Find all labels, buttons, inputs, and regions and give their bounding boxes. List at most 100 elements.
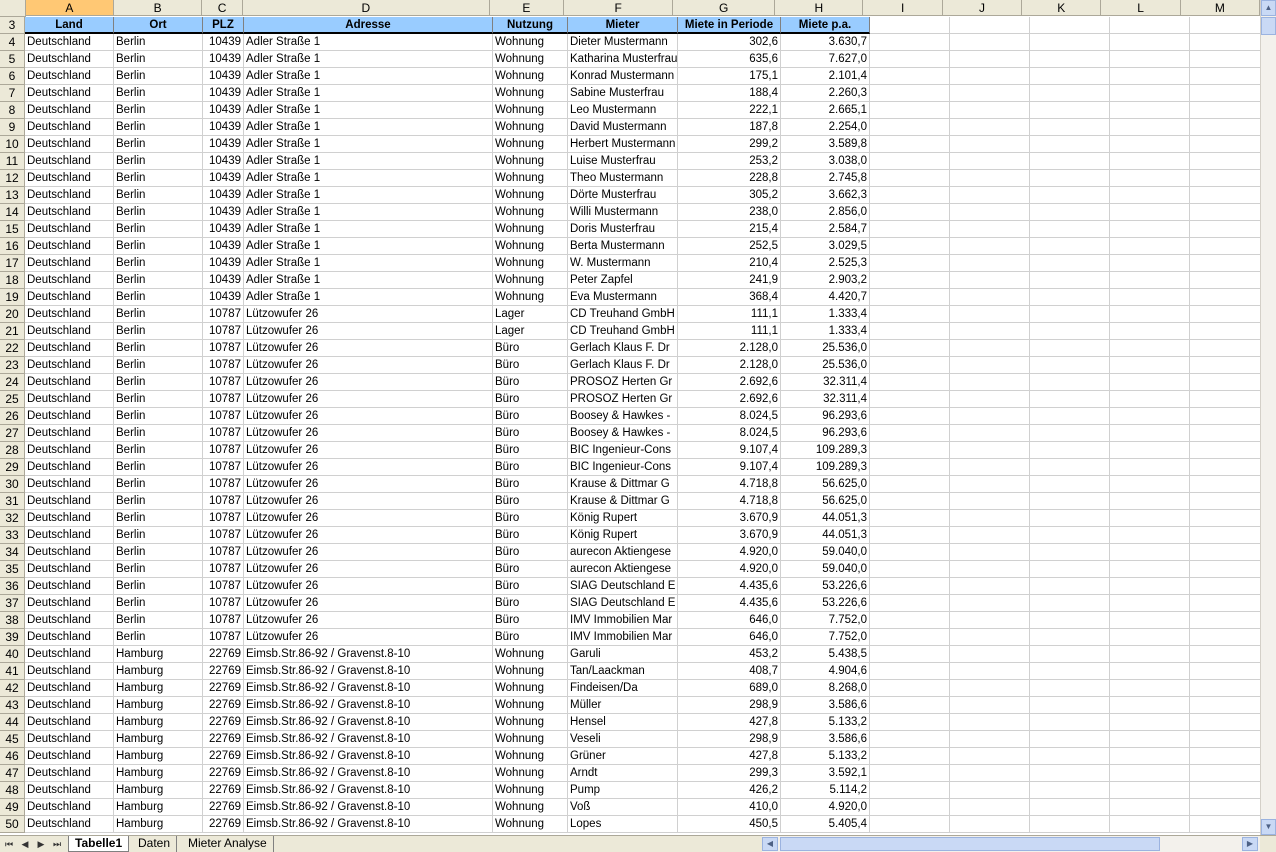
empty-cell[interactable] [1190, 578, 1260, 595]
table-cell[interactable]: Doris Musterfrau [568, 221, 678, 238]
empty-cell[interactable] [1110, 561, 1190, 578]
table-cell[interactable]: Lützowufer 26 [244, 425, 493, 442]
table-cell[interactable]: Deutschland [25, 119, 114, 136]
row-header[interactable]: 36 [0, 578, 25, 595]
table-cell[interactable]: Deutschland [25, 187, 114, 204]
row-header[interactable]: 28 [0, 442, 25, 459]
row-header[interactable]: 39 [0, 629, 25, 646]
table-cell[interactable]: Deutschland [25, 578, 114, 595]
empty-cell[interactable] [1030, 306, 1110, 323]
table-cell[interactable]: Berlin [114, 170, 203, 187]
table-cell[interactable]: Wohnung [493, 68, 568, 85]
table-cell[interactable]: Berlin [114, 221, 203, 238]
row-header[interactable]: 41 [0, 663, 25, 680]
empty-cell[interactable] [950, 255, 1030, 272]
table-cell[interactable]: BIC Ingenieur-Cons [568, 442, 678, 459]
last-sheet-icon[interactable]: ⏭ [50, 837, 64, 851]
empty-cell[interactable] [950, 476, 1030, 493]
table-cell[interactable]: 111,1 [678, 306, 781, 323]
table-cell[interactable]: 10787 [203, 561, 244, 578]
empty-cell[interactable] [1030, 731, 1110, 748]
table-cell[interactable]: Berlin [114, 323, 203, 340]
table-cell[interactable]: 44.051,3 [781, 527, 870, 544]
horizontal-scrollbar[interactable]: ◀ ▶ [762, 836, 1260, 852]
table-cell[interactable]: Boosey & Hawkes - [568, 425, 678, 442]
empty-cell[interactable] [950, 102, 1030, 119]
tab-daten[interactable]: Daten [132, 836, 178, 852]
table-cell[interactable]: Findeisen/Da [568, 680, 678, 697]
table-cell[interactable]: Eimsb.Str.86-92 / Gravenst.8-10 [244, 663, 493, 680]
empty-cell[interactable] [1190, 238, 1260, 255]
table-cell[interactable]: Deutschland [25, 238, 114, 255]
table-cell[interactable]: Lützowufer 26 [244, 306, 493, 323]
empty-cell[interactable] [1030, 170, 1110, 187]
empty-cell[interactable] [1190, 374, 1260, 391]
table-cell[interactable]: 427,8 [678, 748, 781, 765]
table-cell[interactable]: 10439 [203, 272, 244, 289]
table-cell[interactable]: Konrad Mustermann [568, 68, 678, 85]
row-header[interactable]: 45 [0, 731, 25, 748]
table-cell[interactable]: 2.903,2 [781, 272, 870, 289]
column-header-b[interactable]: B [114, 0, 203, 16]
table-cell[interactable]: 215,4 [678, 221, 781, 238]
table-cell[interactable]: 646,0 [678, 629, 781, 646]
empty-cell[interactable] [950, 714, 1030, 731]
empty-cell[interactable] [870, 255, 950, 272]
table-cell[interactable]: 22769 [203, 765, 244, 782]
table-cell[interactable]: 22769 [203, 663, 244, 680]
table-cell[interactable]: Deutschland [25, 170, 114, 187]
empty-cell[interactable] [870, 697, 950, 714]
column-header-a[interactable]: A [25, 0, 115, 16]
table-cell[interactable]: 10439 [203, 238, 244, 255]
row-header[interactable]: 34 [0, 544, 25, 561]
table-cell[interactable]: Garuli [568, 646, 678, 663]
column-header-l[interactable]: L [1101, 0, 1181, 16]
empty-cell[interactable] [1110, 629, 1190, 646]
table-cell[interactable]: 305,2 [678, 187, 781, 204]
empty-cell[interactable] [1030, 646, 1110, 663]
table-cell[interactable]: Peter Zapfel [568, 272, 678, 289]
table-cell[interactable]: Willi Mustermann [568, 204, 678, 221]
table-cell[interactable]: Wohnung [493, 255, 568, 272]
table-cell[interactable]: Hensel [568, 714, 678, 731]
row-header[interactable]: 22 [0, 340, 25, 357]
empty-cell[interactable] [1030, 459, 1110, 476]
empty-cell[interactable] [870, 816, 950, 833]
table-cell[interactable]: 3.038,0 [781, 153, 870, 170]
empty-cell[interactable] [1190, 714, 1260, 731]
table-cell[interactable]: Deutschland [25, 391, 114, 408]
table-cell[interactable]: 5.133,2 [781, 748, 870, 765]
row-header[interactable]: 6 [0, 68, 25, 85]
table-cell[interactable]: 175,1 [678, 68, 781, 85]
empty-cell[interactable] [1030, 187, 1110, 204]
row-header[interactable]: 27 [0, 425, 25, 442]
table-cell[interactable]: Büro [493, 578, 568, 595]
empty-cell[interactable] [1030, 408, 1110, 425]
table-cell[interactable]: David Mustermann [568, 119, 678, 136]
column-header-d[interactable]: D [242, 0, 490, 16]
scroll-up-icon[interactable]: ▲ [1261, 0, 1276, 16]
table-cell[interactable]: Berlin [114, 578, 203, 595]
table-cell[interactable]: 8.024,5 [678, 425, 781, 442]
table-cell[interactable]: 252,5 [678, 238, 781, 255]
table-cell[interactable]: Berlin [114, 187, 203, 204]
scroll-right-icon[interactable]: ▶ [1242, 837, 1258, 851]
table-cell[interactable]: Deutschland [25, 680, 114, 697]
empty-cell[interactable] [1110, 136, 1190, 153]
table-cell[interactable]: Sabine Musterfrau [568, 85, 678, 102]
table-cell[interactable]: Lopes [568, 816, 678, 833]
table-cell[interactable]: PROSOZ Herten Gr [568, 391, 678, 408]
empty-cell[interactable] [870, 34, 950, 51]
table-cell[interactable]: 10439 [203, 153, 244, 170]
empty-cell[interactable] [1030, 153, 1110, 170]
empty-cell[interactable] [1190, 816, 1260, 833]
table-cell[interactable]: Deutschland [25, 68, 114, 85]
empty-cell[interactable] [1110, 187, 1190, 204]
empty-cell[interactable] [950, 782, 1030, 799]
empty-cell[interactable] [1030, 595, 1110, 612]
table-cell[interactable]: Deutschland [25, 493, 114, 510]
table-cell[interactable]: 1.333,4 [781, 306, 870, 323]
table-cell[interactable]: Lützowufer 26 [244, 459, 493, 476]
empty-cell[interactable] [1190, 680, 1260, 697]
empty-cell[interactable] [870, 612, 950, 629]
